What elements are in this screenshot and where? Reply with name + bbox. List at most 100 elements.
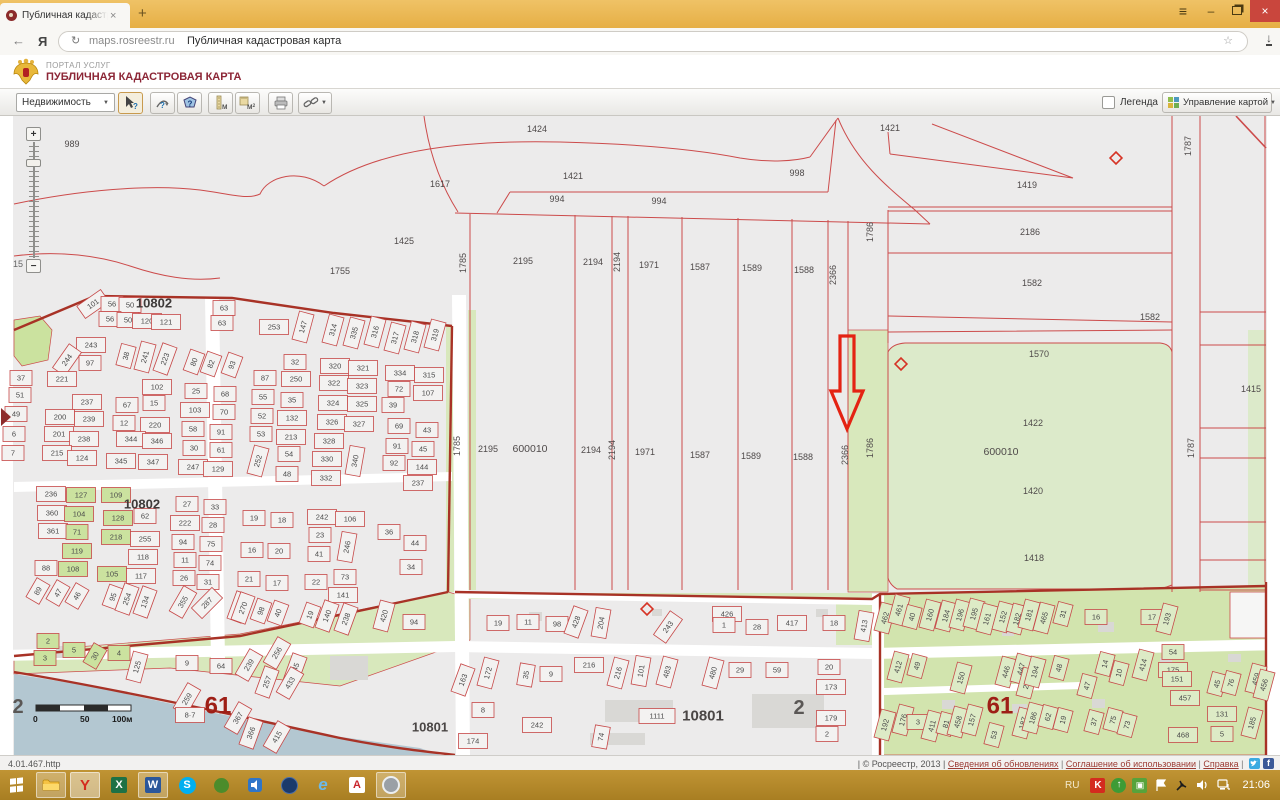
parcel-label[interactable]: 1582	[1022, 278, 1042, 288]
parcel-cell[interactable]: 2	[36, 633, 60, 649]
parcel-cell[interactable]: 98	[545, 616, 569, 632]
parcel-label[interactable]: 2194	[583, 257, 603, 267]
measure-area-tool-button[interactable]: ?	[177, 92, 202, 114]
network-tray-icon[interactable]	[1216, 778, 1231, 793]
parcel-cell[interactable]: 128	[103, 510, 133, 526]
parcel-cell[interactable]: 51	[8, 387, 32, 403]
parcel-cell[interactable]: 108	[58, 561, 88, 577]
parcel-cell[interactable]: 39	[381, 397, 405, 413]
parcel-cell[interactable]: 107	[413, 385, 443, 401]
parcel-label[interactable]: 1787	[1183, 136, 1193, 156]
parcel-cell[interactable]: 6	[2, 426, 26, 442]
parcel-cell[interactable]: 127	[66, 487, 96, 503]
parcel-cell[interactable]: 35	[280, 392, 304, 408]
parcel-label[interactable]: 1589	[742, 263, 762, 273]
parcel-cell[interactable]: 18	[822, 615, 846, 631]
parcel-cell[interactable]: 239	[74, 411, 104, 427]
parcel-cell[interactable]: 91	[385, 438, 409, 454]
parcel-cell[interactable]: 1	[712, 617, 736, 633]
parcel-cell[interactable]: 5	[1210, 726, 1234, 742]
parcel-cell[interactable]: 118	[128, 549, 158, 565]
parcel-cell[interactable]: 58	[181, 421, 205, 437]
parcel-cell[interactable]: 48	[275, 466, 299, 482]
parcel-cell[interactable]: 105	[97, 566, 127, 582]
parcel-cell[interactable]: 242	[522, 717, 552, 733]
parcel-cell[interactable]: 236	[36, 486, 66, 502]
parcel-label[interactable]: 1587	[690, 262, 710, 272]
parcel-cell[interactable]: 326	[317, 414, 347, 430]
parcel-cell[interactable]: 121	[151, 314, 181, 330]
parcel-cell[interactable]: 132	[277, 410, 307, 426]
parcel-cell[interactable]: 94	[402, 614, 426, 630]
parcel-cell[interactable]: 360	[37, 505, 67, 521]
settings-app-taskbar-button[interactable]	[376, 772, 406, 798]
parcel-label[interactable]: 2195	[478, 444, 498, 454]
parcel-cell[interactable]: 7	[1, 445, 25, 461]
parcel-label[interactable]: 1588	[793, 452, 813, 462]
quarter-label[interactable]: 10802	[136, 296, 172, 311]
parcel-cell[interactable]: 15	[142, 395, 166, 411]
legend-toggle[interactable]: Легенда	[1101, 96, 1158, 109]
parcel-cell[interactable]: 237	[403, 475, 433, 491]
parcel-cell[interactable]: 67	[115, 397, 139, 413]
url-input[interactable]: ↻ maps.rosreestr.ru Публичная кадастрова…	[58, 31, 1248, 52]
parcel-cell[interactable]: 31	[196, 574, 220, 590]
parcel-cell[interactable]: 330	[312, 451, 342, 467]
parcel-cell[interactable]: 242	[307, 509, 337, 525]
parcel-cell[interactable]: 324	[318, 395, 348, 411]
parcel-cell[interactable]: 41	[307, 546, 331, 562]
parcel-cell[interactable]: 19	[486, 615, 510, 631]
kaspersky-tray-icon[interactable]: K	[1090, 777, 1106, 793]
share-link-button[interactable]: ▼	[298, 92, 332, 114]
search-type-select[interactable]: Недвижимость ▼	[16, 93, 115, 112]
parcel-cell[interactable]: 8	[471, 702, 495, 718]
parcel-cell[interactable]: 74	[198, 555, 222, 571]
parcel-cell[interactable]: 417	[777, 615, 807, 631]
parcel-cell[interactable]: 213	[276, 429, 306, 445]
parcel-label[interactable]: 1421	[563, 171, 583, 181]
parcel-cell[interactable]: 220	[140, 417, 170, 433]
measure-line-tool-button[interactable]: ?	[150, 92, 175, 114]
parcel-label[interactable]: 600010	[983, 446, 1018, 458]
parcel-label[interactable]: 994	[651, 196, 666, 206]
parcel-cell[interactable]: 129	[203, 461, 233, 477]
parcel-cell[interactable]: 20	[267, 543, 291, 559]
parcel-cell[interactable]: 30	[182, 440, 206, 456]
parcel-cell[interactable]: 32	[283, 354, 307, 370]
parcel-label[interactable]: 2195	[513, 256, 533, 266]
parcel-label[interactable]: 2366	[840, 445, 850, 465]
parcel-cell[interactable]: 97	[78, 355, 102, 371]
parcel-cell[interactable]: 255	[130, 531, 160, 547]
parcel-cell[interactable]: 103	[180, 402, 210, 418]
bookmark-star-icon[interactable]: ☆	[1223, 34, 1233, 47]
parcel-label[interactable]: 2186	[1020, 227, 1040, 237]
parcel-cell[interactable]: 72	[387, 381, 411, 397]
globe-app-taskbar-button[interactable]	[274, 772, 304, 798]
identify-tool-button[interactable]: ?	[118, 92, 143, 114]
parcel-label[interactable]: 1425	[394, 236, 414, 246]
browser-tab[interactable]: Публичная кадастров ×	[0, 3, 130, 28]
yandex-logo-icon[interactable]: Я	[38, 34, 47, 49]
parcel-cell[interactable]: 91	[209, 424, 233, 440]
parcel-cell[interactable]: 4	[107, 645, 131, 661]
parcel-cell[interactable]: 64	[209, 658, 233, 674]
parcel-cell[interactable]: 92	[382, 455, 406, 471]
parcel-cell[interactable]: 238	[69, 431, 99, 447]
parcel-cell[interactable]: 3	[33, 650, 57, 666]
parcel-cell[interactable]: 68	[213, 386, 237, 402]
parcel-cell[interactable]: 321	[348, 360, 378, 376]
parcel-cell[interactable]: 102	[142, 379, 172, 395]
quarter-label[interactable]: 10801	[682, 708, 724, 725]
parcel-cell[interactable]: 28	[745, 619, 769, 635]
parcel-label[interactable]: 1587	[690, 450, 710, 460]
footer-link[interactable]: Сведения об обновлениях	[948, 759, 1059, 769]
parcel-label[interactable]: 1418	[1024, 553, 1044, 563]
parcel-cell[interactable]: 327	[344, 416, 374, 432]
parcel-label[interactable]: 1786	[865, 438, 875, 458]
parcel-label[interactable]: 1786	[865, 222, 875, 242]
parcel-cell[interactable]: 54	[277, 446, 301, 462]
parcel-cell[interactable]: 173	[816, 679, 846, 695]
window-restore-button[interactable]	[1224, 4, 1250, 18]
parcel-cell[interactable]: 33	[203, 499, 227, 515]
parcel-cell[interactable]: 73	[333, 569, 357, 585]
